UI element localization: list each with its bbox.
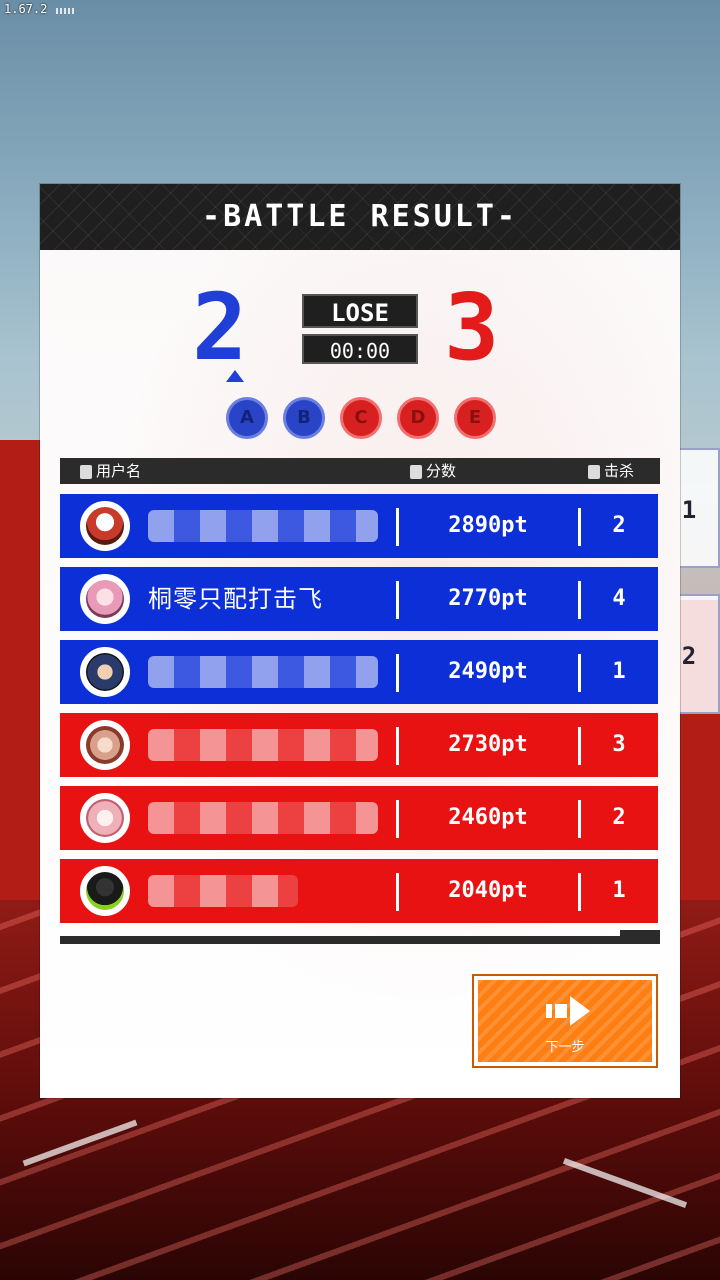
player-row[interactable]: 2730pt 3 [60, 713, 658, 777]
player-score: 2490pt [448, 659, 528, 684]
redacted-name [148, 802, 378, 834]
player-score: 2770pt [448, 586, 528, 611]
divider [578, 873, 581, 911]
player-row[interactable]: 2040pt 1 [60, 859, 658, 923]
player-row[interactable]: 桐零只配打击飞 2770pt 4 [60, 567, 658, 631]
left-team-score: 2 [192, 274, 248, 381]
divider [396, 873, 399, 911]
divider [396, 581, 399, 619]
results-table-header: 用户名 分数 击杀 [60, 458, 660, 484]
divider [396, 508, 399, 546]
arrow-right-icon [546, 996, 590, 1026]
kill-icon [588, 464, 600, 479]
capture-point-label: D [410, 407, 426, 428]
player-row[interactable]: 2460pt 2 [60, 786, 658, 850]
divider [396, 727, 399, 765]
redacted-name [148, 510, 378, 542]
avatar [80, 501, 130, 551]
match-result-badge: LOSE [302, 294, 418, 328]
capture-point-label: C [354, 407, 368, 428]
right-team-score: 3 [444, 274, 500, 381]
avatar [80, 793, 130, 843]
player-score: 2460pt [448, 805, 528, 830]
capture-point-label: A [240, 407, 254, 428]
capture-point-label: E [468, 407, 482, 428]
player-score: 2730pt [448, 732, 528, 757]
kills-column-header: 击杀 [588, 458, 634, 484]
capture-point-e-icon: E [454, 397, 496, 439]
user-icon [80, 464, 92, 479]
player-row[interactable]: 2490pt 1 [60, 640, 658, 704]
username-column-label: 用户名 [96, 462, 142, 480]
redacted-name [148, 875, 298, 907]
divider [396, 800, 399, 838]
player-row[interactable]: 2890pt 2 [60, 494, 658, 558]
page-title: -BATTLE RESULT- [202, 199, 518, 234]
divider [578, 654, 581, 692]
battle-result-panel: -BATTLE RESULT- 2 LOSE 00:00 3 A B C D E… [40, 184, 680, 1098]
score-column-label: 分数 [426, 462, 457, 480]
divider [578, 800, 581, 838]
side-tab-label: 2 [681, 642, 697, 670]
table-bottom-bar [60, 930, 660, 944]
kills-column-label: 击杀 [604, 462, 635, 480]
own-team-marker-icon [226, 370, 244, 382]
score-column-header: 分数 [410, 458, 456, 484]
player-kills: 1 [612, 659, 626, 684]
next-step-button[interactable]: 下一步 [472, 974, 658, 1068]
player-kills: 2 [612, 513, 626, 538]
capture-point-d-icon: D [397, 397, 439, 439]
next-step-label: 下一步 [545, 1040, 585, 1055]
avatar [80, 647, 130, 697]
signal-icon [56, 8, 76, 14]
player-kills: 1 [612, 878, 626, 903]
capture-point-c-icon: C [340, 397, 382, 439]
shield-icon [410, 464, 422, 479]
match-timer: 00:00 [302, 334, 418, 364]
player-name: 桐零只配打击飞 [148, 585, 323, 613]
player-score: 2040pt [448, 878, 528, 903]
redacted-name [148, 729, 378, 761]
capture-point-a-icon: A [226, 397, 268, 439]
avatar [80, 866, 130, 916]
avatar [80, 720, 130, 770]
divider [396, 654, 399, 692]
capture-point-label: B [297, 407, 311, 428]
version-label: 1.67.2 [4, 2, 48, 16]
player-kills: 3 [612, 732, 626, 757]
capture-point-b-icon: B [283, 397, 325, 439]
divider [578, 727, 581, 765]
divider [578, 508, 581, 546]
side-tab-label: 1 [681, 496, 697, 524]
avatar [80, 574, 130, 624]
player-kills: 4 [612, 586, 626, 611]
panel-header: -BATTLE RESULT- [40, 184, 680, 250]
username-column-header: 用户名 [80, 458, 141, 484]
player-kills: 2 [612, 805, 626, 830]
redacted-name [148, 656, 378, 688]
divider [578, 581, 581, 619]
player-score: 2890pt [448, 513, 528, 538]
